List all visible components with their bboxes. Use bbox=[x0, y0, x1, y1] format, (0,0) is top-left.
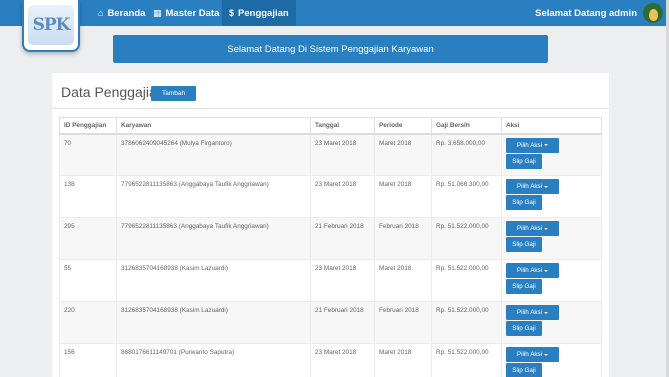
slip-gaji-button[interactable]: Slip Gaji bbox=[506, 363, 542, 377]
cell-gaji: Rp. 51.522.000,00 bbox=[431, 343, 502, 377]
column-header-gaji[interactable]: Gaji Bersih bbox=[431, 117, 502, 135]
penggajian-panel: Data Penggajian Tambah ID Penggajian Kar… bbox=[52, 73, 609, 377]
pilih-aksi-button[interactable]: Pilih Aksi bbox=[506, 221, 559, 236]
cell-periode: Februari 2018 bbox=[374, 217, 432, 260]
user-menu[interactable]: Selamat Datang admin bbox=[535, 0, 663, 26]
slip-gaji-button[interactable]: Slip Gaji bbox=[506, 279, 542, 294]
cell-karyawan: 8680176611149701 (Purwanto Saputra) bbox=[116, 343, 311, 377]
table-row: 220 3126835704168938 (Kasim Lazuardi) 21… bbox=[59, 301, 602, 344]
add-button[interactable]: Tambah bbox=[151, 86, 196, 101]
cell-aksi: Pilih Aksi Slip Gaji bbox=[501, 217, 602, 260]
table-row: 70 3786062409045264 (Mulya Firgantoro) 2… bbox=[59, 133, 602, 176]
cell-karyawan: 3126835704168938 (Kasim Lazuardi) bbox=[116, 301, 311, 344]
table-row: 156 8680176611149701 (Purwanto Saputra) … bbox=[59, 343, 602, 377]
slip-gaji-button[interactable]: Slip Gaji bbox=[506, 195, 542, 210]
welcome-banner: Selamat Datang Di Sistem Penggajian Kary… bbox=[113, 35, 548, 63]
panel-header: Data Penggajian Tambah bbox=[52, 73, 609, 109]
column-header-periode[interactable]: Periode bbox=[374, 117, 432, 135]
slip-gaji-button[interactable]: Slip Gaji bbox=[506, 321, 542, 336]
table-row: 295 7796522811135863 (Anggabaya Taufik A… bbox=[59, 217, 602, 260]
nav-penggajian-label: Penggajian bbox=[238, 7, 289, 19]
chevron-down-icon bbox=[544, 311, 549, 314]
cell-karyawan: 3126835704168938 (Kasim Lazuardi) bbox=[116, 259, 311, 302]
logo-text: SPK bbox=[28, 5, 74, 45]
home-icon: ⌂ bbox=[98, 8, 104, 18]
cell-tanggal: 23 Maret 2018 bbox=[310, 133, 375, 176]
cell-aksi: Pilih Aksi Slip Gaji bbox=[501, 175, 602, 218]
page-title: Data Penggajian bbox=[61, 84, 165, 100]
nav-penggajian[interactable]: $ Penggajian bbox=[222, 0, 296, 26]
cell-tanggal: 23 Maret 2018 bbox=[310, 259, 375, 302]
slip-gaji-button[interactable]: Slip Gaji bbox=[506, 153, 542, 169]
nav-master-data[interactable]: ▦ Master Data bbox=[153, 0, 230, 26]
cell-gaji: Rp. 51.522.000,00 bbox=[431, 301, 502, 344]
cell-aksi: Pilih Aksi Slip Gaji bbox=[501, 343, 602, 377]
cell-id: 220 bbox=[59, 301, 117, 344]
slip-gaji-button[interactable]: Slip Gaji bbox=[506, 237, 542, 252]
penggajian-table: ID Penggajian Karyawan Tanggal Periode G… bbox=[59, 117, 602, 377]
nav-beranda[interactable]: ⌂ Beranda bbox=[98, 0, 145, 26]
cell-periode: Maret 2018 bbox=[374, 175, 432, 218]
chevron-down-icon bbox=[544, 269, 549, 272]
cell-gaji: Rp. 51.066.300,00 bbox=[431, 175, 502, 218]
table-row: 138 7796522811135863 (Anggabaya Taufik A… bbox=[59, 175, 602, 218]
cell-id: 138 bbox=[59, 175, 117, 218]
cell-tanggal: 23 Maret 2018 bbox=[310, 343, 375, 377]
nav-master-data-label: Master Data bbox=[165, 7, 220, 19]
cell-id: 70 bbox=[59, 133, 117, 176]
column-header-aksi: Aksi bbox=[501, 117, 602, 135]
cell-periode: Maret 2018 bbox=[374, 343, 432, 377]
cell-karyawan: 7796522811135863 (Anggabaya Taufik Anggr… bbox=[116, 175, 311, 218]
chevron-down-icon bbox=[544, 353, 549, 356]
cell-gaji: Rp. 3.658.000,00 bbox=[431, 133, 502, 176]
column-header-tanggal[interactable]: Tanggal bbox=[310, 117, 375, 135]
pilih-aksi-button[interactable]: Pilih Aksi bbox=[506, 347, 559, 362]
cell-tanggal: 21 Februari 2018 bbox=[310, 301, 375, 344]
chevron-down-icon bbox=[544, 227, 549, 230]
cell-id: 295 bbox=[59, 217, 117, 260]
nav-beranda-label: Beranda bbox=[107, 7, 146, 19]
top-navbar: ⌂ Beranda ▦ Master Data $ Penggajian Sel… bbox=[0, 0, 669, 26]
cell-karyawan: 7796522811135863 (Anggabaya Taufik Anggr… bbox=[116, 217, 311, 260]
cell-periode: Februari 2018 bbox=[374, 301, 432, 344]
cell-id: 156 bbox=[59, 343, 117, 377]
pilih-aksi-button[interactable]: Pilih Aksi bbox=[506, 137, 559, 153]
pilih-aksi-button[interactable]: Pilih Aksi bbox=[506, 263, 559, 278]
pilih-aksi-button[interactable]: Pilih Aksi bbox=[506, 179, 559, 194]
user-greeting: Selamat Datang admin bbox=[535, 7, 637, 19]
cell-id: 55 bbox=[59, 259, 117, 302]
app-logo[interactable]: SPK bbox=[22, 0, 80, 52]
chevron-down-icon bbox=[544, 185, 549, 188]
pilih-aksi-button[interactable]: Pilih Aksi bbox=[506, 305, 559, 320]
table-row: 55 3126835704168938 (Kasim Lazuardi) 23 … bbox=[59, 259, 602, 302]
dollar-icon: $ bbox=[229, 8, 235, 18]
cell-aksi: Pilih Aksi Slip Gaji bbox=[501, 301, 602, 344]
column-header-karyawan[interactable]: Karyawan bbox=[116, 117, 311, 135]
cell-tanggal: 21 Februari 2018 bbox=[310, 217, 375, 260]
cell-aksi: Pilih Aksi Slip Gaji bbox=[501, 133, 602, 176]
table-header-row: ID Penggajian Karyawan Tanggal Periode G… bbox=[59, 117, 602, 135]
cell-periode: Maret 2018 bbox=[374, 259, 432, 302]
avatar bbox=[643, 3, 663, 23]
cell-aksi: Pilih Aksi Slip Gaji bbox=[501, 259, 602, 302]
table-icon: ▦ bbox=[153, 7, 162, 18]
cell-gaji: Rp. 51.522.000,00 bbox=[431, 217, 502, 260]
chevron-down-icon bbox=[544, 144, 549, 146]
cell-karyawan: 3786062409045264 (Mulya Firgantoro) bbox=[116, 133, 311, 176]
cell-tanggal: 23 Maret 2018 bbox=[310, 175, 375, 218]
column-header-id[interactable]: ID Penggajian bbox=[59, 117, 117, 135]
cell-periode: Maret 2018 bbox=[374, 133, 432, 176]
cell-gaji: Rp. 51.522.000,00 bbox=[431, 259, 502, 302]
